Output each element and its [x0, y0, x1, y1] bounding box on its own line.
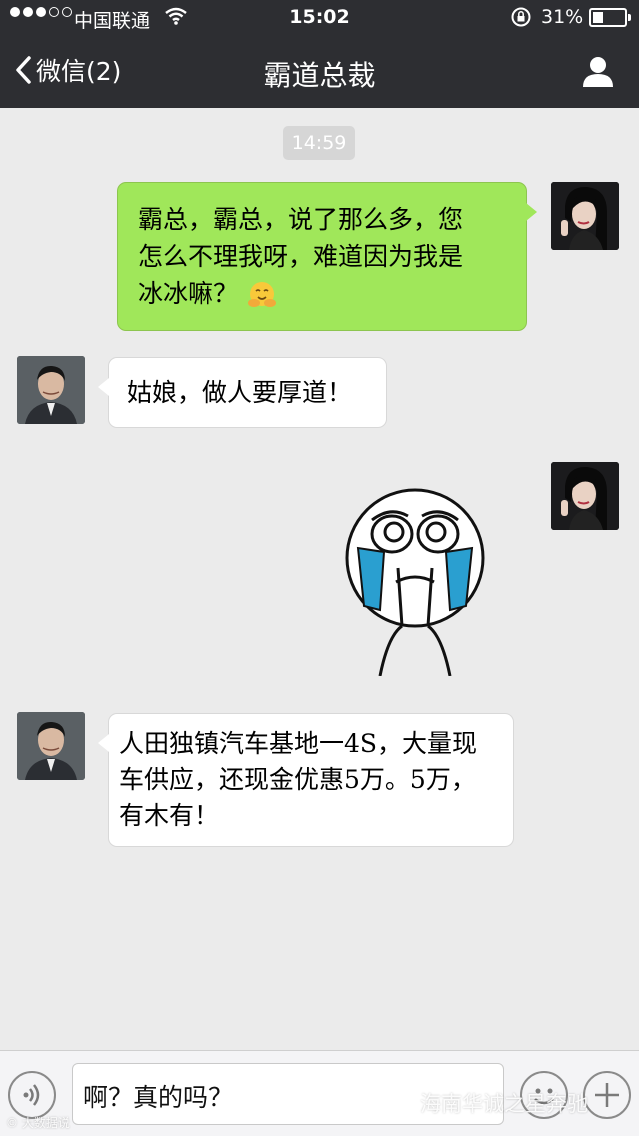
profile-icon[interactable] [581, 54, 615, 88]
message-bubble-outgoing[interactable]: 霸总，霸总，说了那么多，您 怎么不理我呀，难道因为我是 冰冰嘛？ [117, 182, 537, 331]
message-text-line: 霸总，霸总，说了那么多，您 [138, 205, 464, 234]
contact-avatar[interactable] [17, 356, 85, 424]
my-avatar[interactable] [551, 182, 619, 250]
message-bubble-incoming[interactable]: 姑娘，做人要厚道！ [98, 357, 387, 428]
watermark-left: © 大数据说 [6, 1116, 70, 1130]
message-text-line: 有木有！ [119, 801, 220, 830]
voice-icon [23, 1084, 40, 1106]
message-text-fragment: 冰冰嘛？ [138, 279, 239, 308]
status-bar: 中国联通 15:02 31% [0, 0, 639, 36]
message-text-line: 怎么不理我呀，难道因为我是 [138, 242, 464, 271]
contact-avatar[interactable] [17, 712, 85, 780]
hugging-face-emoji-icon [247, 282, 276, 307]
watermark-text: 海南华诚之星奔驰 [420, 1092, 588, 1116]
message-timestamp: 14:59 [283, 126, 355, 160]
my-avatar[interactable] [551, 462, 619, 530]
message-text-line: 姑娘，做人要厚道！ [127, 378, 353, 407]
message-bubble-incoming[interactable]: 人田独镇汽车基地一4S，大量现 车供应，还现金优惠5万。5万， 有木有！ [98, 713, 514, 847]
voice-input-button[interactable] [8, 1071, 56, 1119]
message-text-line: 冰冰嘛？ [138, 275, 506, 312]
battery-icon [589, 8, 631, 27]
plus-icon [595, 1083, 619, 1107]
more-button[interactable] [583, 1071, 631, 1119]
crying-rage-face-sticker[interactable] [340, 486, 490, 676]
nav-bar: 微信(2) 霸道总裁 [0, 40, 639, 106]
top-bar: 中国联通 15:02 31% 微信(2) 霸道总裁 [0, 0, 639, 108]
rotation-lock-icon [510, 6, 532, 33]
battery-percent: 31% [541, 6, 584, 28]
chat-title: 霸道总裁 [263, 59, 376, 92]
message-text-line: 人田独镇汽车基地一4S，大量现 [119, 729, 478, 758]
message-text-line: 车供应，还现金优惠5万。5万， [119, 765, 476, 794]
